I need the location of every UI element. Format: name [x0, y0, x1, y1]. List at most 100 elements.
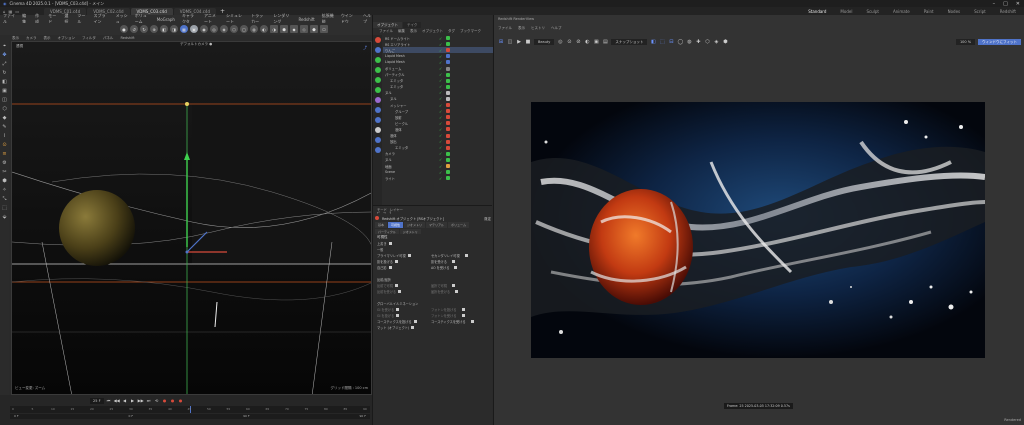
autokey-icon[interactable]: ●	[170, 398, 176, 404]
visibility-check-icon[interactable]: ✓	[439, 84, 442, 89]
attribute-checkbox[interactable]	[411, 325, 415, 329]
playback-button[interactable]: ⟲	[154, 398, 160, 404]
render-view-menu-item[interactable]: ファイル	[498, 26, 512, 31]
object-tag-icon[interactable]	[446, 164, 450, 169]
toolbar-button[interactable]: ▣	[190, 25, 198, 33]
object-tag-icon[interactable]	[446, 90, 450, 95]
attribute-subtab[interactable]: 基本	[375, 222, 388, 228]
palette-tool-icon[interactable]: ◆	[2, 115, 8, 121]
blue-tool-icon[interactable]	[374, 137, 381, 143]
render-tool-icon[interactable]: ▤	[602, 39, 608, 45]
tab-takes[interactable]: テイク	[403, 22, 422, 28]
purple-tool-icon[interactable]	[374, 97, 381, 103]
visibility-check-icon[interactable]: ✓	[439, 170, 442, 175]
close-button[interactable]: ✕	[1016, 1, 1020, 7]
object-tag-icon[interactable]	[446, 36, 450, 41]
visibility-check-icon[interactable]: ✓	[439, 90, 442, 95]
toolbar-button[interactable]: ◨	[170, 25, 178, 33]
viewport-menu-item[interactable]: オプション	[58, 36, 76, 41]
playback-button[interactable]: ◀◀	[114, 398, 120, 404]
attribute-checkbox[interactable]	[451, 259, 455, 263]
object-tag-icon[interactable]	[446, 109, 450, 114]
toolbar-button[interactable]: ●	[120, 25, 128, 33]
palette-tool-icon[interactable]: ▣	[2, 88, 8, 94]
snapshot-dropdown[interactable]: スナップショット	[611, 39, 648, 45]
attribute-checkbox[interactable]	[396, 307, 400, 311]
visibility-check-icon[interactable]: ✓	[439, 60, 442, 65]
attribute-checkbox[interactable]	[394, 283, 398, 287]
attribute-checkbox[interactable]	[388, 265, 392, 269]
palette-tool-icon[interactable]: ⤡	[2, 196, 8, 202]
visibility-check-icon[interactable]: ✓	[439, 121, 442, 126]
viewport-menu-item[interactable]: 表示	[12, 36, 19, 41]
attribute-subtab[interactable]: ジオメトリ	[404, 222, 426, 228]
viewport-camera-label[interactable]: デフォルトカメラ ●	[180, 42, 212, 47]
palette-tool-icon[interactable]: ⌇	[2, 133, 8, 139]
tab-objects[interactable]: オブジェクト	[373, 22, 402, 28]
render-tool-icon[interactable]: ⊟	[668, 39, 674, 45]
playback-button[interactable]: ⏭	[146, 398, 152, 404]
attribute-checkbox[interactable]	[388, 241, 392, 245]
current-frame-field[interactable]: 25 F	[90, 397, 104, 404]
object-tag-icon[interactable]	[446, 42, 450, 47]
playback-button[interactable]: ▶▶	[138, 398, 144, 404]
toolbar-button[interactable]: ⊕	[150, 25, 158, 33]
palette-tool-icon[interactable]: ⤢	[2, 61, 8, 67]
toolbar-button[interactable]: ◎	[210, 25, 218, 33]
visibility-check-icon[interactable]: ✓	[439, 36, 442, 41]
viewport-menu-item[interactable]: 表示	[44, 36, 51, 41]
object-tag-icon[interactable]	[446, 84, 450, 89]
layout-paint[interactable]: Paint	[924, 9, 934, 14]
object-tag-icon[interactable]	[446, 66, 450, 71]
visibility-check-icon[interactable]: ✓	[439, 164, 442, 169]
object-tag-icon[interactable]	[446, 72, 450, 77]
playback-button[interactable]: ⏮	[106, 398, 112, 404]
attribute-checkbox[interactable]	[455, 289, 459, 293]
layout-standard[interactable]: Standard	[808, 9, 826, 14]
palette-tool-icon[interactable]: ✎	[2, 124, 8, 130]
render-tool-icon[interactable]: ⬚	[659, 39, 665, 45]
toolbar-button[interactable]: ◧	[160, 25, 168, 33]
blue-tool-icon[interactable]	[374, 47, 381, 53]
palette-tool-icon[interactable]: ⬢	[2, 178, 8, 184]
attribute-checkbox[interactable]	[470, 319, 474, 323]
visibility-check-icon[interactable]: ✓	[439, 151, 442, 156]
range-end[interactable]: 90 F	[360, 414, 367, 419]
layout-nodes[interactable]: Nodes	[948, 9, 961, 14]
visibility-check-icon[interactable]: ✓	[439, 48, 442, 53]
blue-tool-icon[interactable]	[374, 107, 381, 113]
toolbar-button[interactable]: ⬟	[310, 25, 318, 33]
attribute-checkbox[interactable]	[464, 253, 468, 257]
render-tool-icon[interactable]: ⬢	[722, 39, 728, 45]
visibility-check-icon[interactable]: ✓	[439, 109, 442, 114]
visibility-check-icon[interactable]: ✓	[439, 157, 442, 162]
palette-tool-icon[interactable]: ↻	[2, 70, 8, 76]
green-tool-icon[interactable]	[374, 77, 381, 83]
palette-tool-icon[interactable]: ⌖	[2, 43, 8, 49]
toolbar-button[interactable]: ▢	[240, 25, 248, 33]
layout-script[interactable]: Script	[974, 9, 986, 14]
object-tag-icon[interactable]	[446, 121, 450, 126]
object-tag-icon[interactable]	[446, 60, 450, 65]
minimize-button[interactable]: –	[993, 1, 996, 7]
new-tab-icon[interactable]: +	[220, 8, 225, 15]
object-tag-icon[interactable]	[446, 127, 450, 132]
visibility-check-icon[interactable]: ✓	[439, 72, 442, 77]
fit-window-dropdown[interactable]: ウィンドウにフィット	[978, 39, 1021, 45]
maximize-button[interactable]: □	[1003, 1, 1008, 7]
render-tool-icon[interactable]: ◎	[557, 39, 563, 45]
attribute-checkbox[interactable]	[394, 259, 398, 263]
layout-sculpt[interactable]: Sculpt	[866, 9, 879, 14]
attribute-checkbox[interactable]	[454, 265, 458, 269]
render-tool-icon[interactable]: ⊞	[498, 39, 504, 45]
attribute-subtab[interactable]: パーティクル	[375, 229, 399, 234]
object-tag-icon[interactable]	[446, 115, 450, 120]
toolbar-button[interactable]: ↺	[130, 25, 138, 33]
visibility-check-icon[interactable]: ✓	[439, 66, 442, 71]
tab-render-view[interactable]: Redshift RenderView	[498, 17, 534, 21]
palette-tool-icon[interactable]: ◫	[2, 97, 8, 103]
green-tool-icon[interactable]	[374, 57, 381, 63]
attribute-mode-dropdown[interactable]: 既定	[484, 216, 491, 221]
render-tool-icon[interactable]: ⊘	[575, 39, 581, 45]
render-view-menu-item[interactable]: 表示	[518, 26, 525, 31]
